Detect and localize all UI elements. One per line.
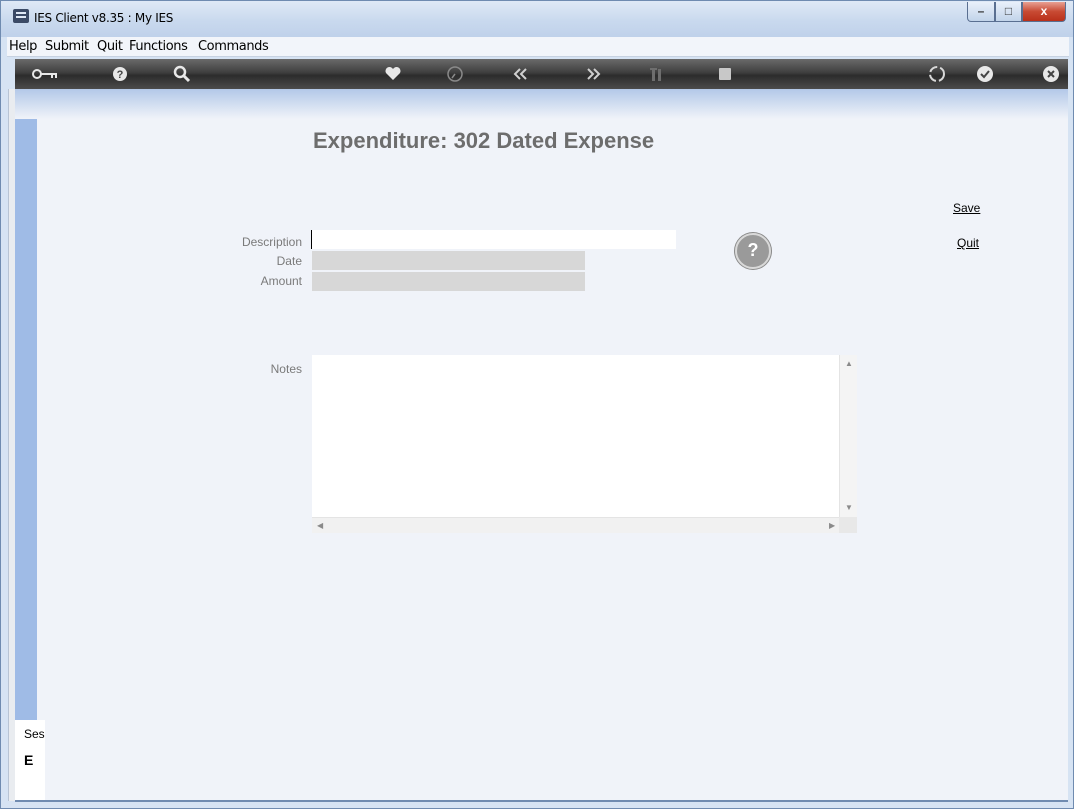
page-title: Expenditure: 302 Dated Expense — [313, 128, 655, 153]
left-border — [8, 89, 15, 801]
scroll-right-icon[interactable]: ▶ — [829, 521, 835, 530]
menu-help[interactable]: Help — [9, 39, 37, 54]
help-icon[interactable]: ? — [110, 64, 130, 84]
heart-icon[interactable] — [383, 64, 403, 84]
session-label: Ses — [24, 727, 45, 741]
scroll-up-icon[interactable]: ▲ — [845, 359, 853, 368]
notes-vertical-scrollbar[interactable]: ▲ ▼ — [839, 355, 857, 517]
date-input[interactable] — [312, 251, 585, 270]
scroll-left-icon[interactable]: ◀ — [317, 521, 323, 530]
close-icon[interactable] — [1041, 64, 1061, 84]
forward-icon[interactable] — [583, 64, 603, 84]
notes-textarea[interactable]: ▲ ▼ ◀ ▶ — [312, 355, 857, 533]
tools-icon[interactable] — [647, 64, 667, 84]
save-link[interactable]: Save — [953, 201, 980, 215]
left-side-strip — [15, 119, 37, 729]
content-header-gradient — [15, 89, 1068, 119]
date-label: Date — [276, 254, 302, 268]
recycle-icon[interactable] — [927, 64, 947, 84]
scroll-corner — [839, 517, 857, 533]
quit-link[interactable]: Quit — [957, 236, 979, 250]
menu-quit[interactable]: Quit — [97, 39, 123, 54]
toolbar: ? — [15, 59, 1068, 89]
window-title: IES Client v8.35 : My IES — [34, 11, 174, 25]
key-icon[interactable] — [31, 64, 61, 84]
notes-horizontal-scrollbar[interactable]: ◀ ▶ — [312, 517, 839, 533]
description-input[interactable] — [311, 230, 676, 249]
svg-text:?: ? — [117, 69, 124, 81]
menu-bar: Help Submit Quit Functions Commands — [7, 37, 1069, 57]
menu-commands[interactable]: Commands — [198, 39, 269, 54]
check-icon[interactable] — [975, 64, 995, 84]
notes-label: Notes — [270, 362, 302, 376]
stop-icon[interactable] — [715, 64, 735, 84]
close-window-button[interactable]: x — [1022, 2, 1066, 22]
minimize-button[interactable]: – — [967, 2, 995, 22]
title-bar: IES Client v8.35 : My IES – □ x — [1, 1, 1073, 37]
session-icon[interactable]: E — [24, 752, 34, 768]
menu-functions[interactable]: Functions — [129, 39, 188, 54]
description-label: Description — [241, 235, 302, 249]
window-bottom-edge — [15, 800, 1068, 802]
maximize-button[interactable]: □ — [995, 2, 1022, 22]
app-icon — [13, 9, 29, 23]
amount-input[interactable] — [312, 272, 585, 291]
help-button[interactable]: ? — [735, 233, 771, 269]
rewind-icon[interactable] — [511, 64, 531, 84]
scroll-down-icon[interactable]: ▼ — [845, 503, 853, 512]
amount-label: Amount — [260, 274, 302, 288]
clock-icon[interactable] — [445, 64, 465, 84]
search-icon[interactable] — [172, 64, 192, 84]
menu-submit[interactable]: Submit — [45, 39, 89, 54]
